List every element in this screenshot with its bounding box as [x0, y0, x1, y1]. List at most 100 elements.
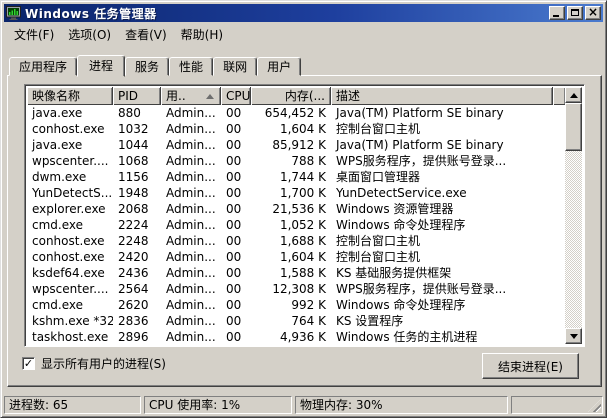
cell-image-name: conhost.exe: [32, 234, 105, 248]
table-row[interactable]: wpscenter.... 2564 Admin... 00 12,308 K …: [27, 281, 565, 297]
cell-pid: 2420: [118, 250, 149, 264]
cell-pid: 880: [118, 106, 141, 120]
cell-description: Windows 命令处理程序: [336, 218, 466, 232]
resize-grip-icon[interactable]: [588, 399, 601, 412]
end-process-button[interactable]: 结束进程(E): [482, 353, 579, 379]
cell-image-name: conhost.exe: [32, 122, 105, 136]
table-row[interactable]: java.exe 1044 Admin... 00 85,912 K Java(…: [27, 137, 565, 153]
cell-image-name: dwm.exe: [32, 170, 87, 184]
cell-memory: 1,688 K: [279, 234, 326, 248]
cell-cpu: 00: [226, 154, 242, 168]
table-row[interactable]: cmd.exe 2224 Admin... 00 1,052 K Windows…: [27, 217, 565, 233]
column-header-memory[interactable]: 内存(...: [251, 87, 331, 105]
table-row[interactable]: ksdef64.exe 2436 Admin... 00 1,588 K KS …: [27, 265, 565, 281]
cell-pid: 1044: [118, 138, 149, 152]
cell-pid: 2436: [118, 266, 149, 280]
arrow-up-icon: [569, 92, 578, 98]
column-header-filler: [553, 87, 565, 105]
table-row[interactable]: wpscenter.... 1068 Admin... 00 788 K WPS…: [27, 153, 565, 169]
table-row[interactable]: conhost.exe 2248 Admin... 00 1,688 K 控制台…: [27, 233, 565, 249]
cell-memory: 764 K: [291, 314, 326, 328]
cell-user: Admin...: [166, 122, 216, 136]
scroll-down-button[interactable]: [565, 328, 582, 344]
maximize-button[interactable]: [567, 6, 583, 20]
cell-user: Admin...: [166, 314, 216, 328]
cell-pid: 2896: [118, 330, 149, 344]
table-row[interactable]: YunDetectS... 1948 Admin... 00 1,700 K Y…: [27, 185, 565, 201]
show-all-users-row: ✓ 显示所有用户的进程(S): [22, 355, 166, 372]
cell-pid: 2620: [118, 298, 149, 312]
cell-cpu: 00: [226, 170, 242, 184]
menu-item[interactable]: 查看(V): [118, 24, 174, 45]
cell-cpu: 00: [226, 282, 242, 296]
cell-pid: 1156: [118, 170, 149, 184]
menu-item[interactable]: 选项(O): [61, 24, 118, 45]
table-row[interactable]: cmd.exe 2620 Admin... 00 992 K Windows 命…: [27, 297, 565, 313]
cell-image-name: wpscenter....: [32, 282, 109, 296]
cell-description: Java(TM) Platform SE binary: [336, 138, 504, 152]
table-row[interactable]: conhost.exe 1032 Admin... 00 1,604 K 控制台…: [27, 121, 565, 137]
cell-cpu: 00: [226, 330, 242, 344]
cell-user: Admin...: [166, 330, 216, 344]
cell-image-name: conhost.exe: [32, 250, 105, 264]
cell-memory: 1,744 K: [279, 170, 326, 184]
scrollbar-thumb[interactable]: [565, 103, 582, 151]
show-all-users-checkbox[interactable]: ✓: [22, 357, 35, 370]
titlebar[interactable]: Windows 任务管理器 ×: [4, 4, 603, 22]
cell-cpu: 00: [226, 138, 242, 152]
tab[interactable]: 应用程序: [9, 57, 78, 76]
list-header: 映像名称 PID 用.. CPU 内存(... 描述: [27, 87, 565, 105]
menu-item[interactable]: 文件(F): [7, 24, 61, 45]
close-button[interactable]: ×: [585, 5, 601, 20]
cell-memory: 21,536 K: [272, 202, 326, 216]
processes-tab-panel: 映像名称 PID 用.. CPU 内存(... 描述 java.exe 880: [7, 75, 602, 387]
table-row[interactable]: taskhost.exe 2896 Admin... 00 4,936 K Wi…: [27, 329, 565, 345]
status-cpu-usage: CPU 使用率: 1%: [144, 396, 292, 414]
cell-user: Admin...: [166, 170, 216, 184]
cell-cpu: 00: [226, 266, 242, 280]
column-header-description[interactable]: 描述: [331, 87, 553, 105]
tab[interactable]: 服务: [125, 57, 170, 76]
vertical-scrollbar[interactable]: [565, 87, 582, 344]
cell-user: Admin...: [166, 250, 216, 264]
cell-pid: 2564: [118, 282, 149, 296]
scroll-up-button[interactable]: [565, 87, 582, 103]
cell-cpu: 00: [226, 234, 242, 248]
cell-description: KS 设置程序: [336, 314, 404, 328]
column-header-cpu[interactable]: CPU: [221, 87, 251, 105]
cell-memory: 4,936 K: [279, 330, 326, 344]
tab[interactable]: 进程: [77, 55, 126, 77]
table-row[interactable]: kshm.exe *32 2836 Admin... 00 764 K KS 设…: [27, 313, 565, 329]
window-title: Windows 任务管理器: [25, 6, 157, 21]
cell-description: 桌面窗口管理器: [336, 170, 421, 184]
tab[interactable]: 联网: [213, 57, 258, 76]
tab[interactable]: 性能: [169, 57, 214, 76]
cell-pid: 2224: [118, 218, 149, 232]
table-row[interactable]: conhost.exe 2420 Admin... 00 1,604 K 控制台…: [27, 249, 565, 265]
table-row[interactable]: dwm.exe 1156 Admin... 00 1,744 K 桌面窗口管理器: [27, 169, 565, 185]
cell-cpu: 00: [226, 106, 242, 120]
cell-memory: 1,604 K: [279, 122, 326, 136]
table-row[interactable]: explorer.exe 2068 Admin... 00 21,536 K W…: [27, 201, 565, 217]
minimize-button[interactable]: [549, 6, 565, 20]
column-header-user[interactable]: 用..: [161, 87, 221, 105]
cell-user: Admin...: [166, 298, 216, 312]
cell-cpu: 00: [226, 218, 242, 232]
sort-ascending-arrow-icon: [206, 93, 214, 99]
cell-pid: 1068: [118, 154, 149, 168]
table-row[interactable]: java.exe 880 Admin... 00 654,452 K Java(…: [27, 105, 565, 121]
cell-description: YunDetectService.exe: [336, 186, 467, 200]
tab-strip: 应用程序 进程 服务 性能 联网 用户: [7, 54, 602, 77]
cell-user: Admin...: [166, 282, 216, 296]
menu-item[interactable]: 帮助(H): [174, 24, 230, 45]
cell-description: 控制台窗口主机: [336, 250, 421, 264]
column-header-pid[interactable]: PID: [113, 87, 161, 105]
column-header-image-name[interactable]: 映像名称: [27, 87, 113, 105]
cell-pid: 1032: [118, 122, 149, 136]
cell-user: Admin...: [166, 106, 216, 120]
cell-user: Admin...: [166, 138, 216, 152]
cell-cpu: 00: [226, 298, 242, 312]
tab[interactable]: 用户: [257, 57, 302, 76]
cell-memory: 1,604 K: [279, 250, 326, 264]
cell-memory: 12,308 K: [272, 282, 326, 296]
